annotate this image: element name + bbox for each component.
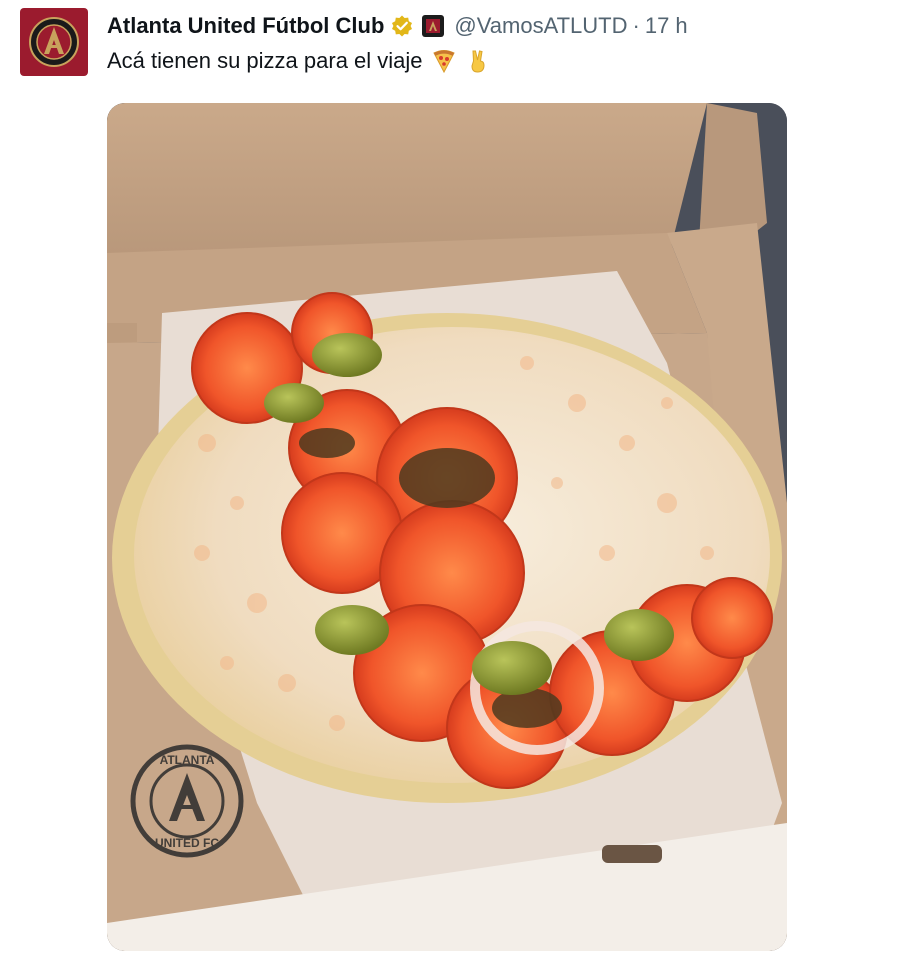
tweet-text-row: Acá tienen su pizza para el viaje [107,48,491,74]
timestamp[interactable]: 17 h [645,13,688,39]
watermark-bottom-text: UNITED FC [155,836,219,850]
handle[interactable]: @VamosATLUTD [454,13,627,39]
separator: · [632,13,640,38]
tweet-text: Acá tienen su pizza para el viaje [107,48,423,73]
victory-hand-emoji-icon [465,48,491,74]
display-name[interactable]: Atlanta United Fútbol Club [107,13,384,39]
verified-badge-icon[interactable] [390,14,414,38]
affiliate-crest-icon[interactable] [422,15,445,37]
club-crest-icon [29,17,79,67]
tweet-header: Atlanta United Fútbol Club @VamosATLUTD … [107,10,688,42]
pizza-photo: ATLANTA UNITED FC [107,103,787,951]
tweet-media-image[interactable]: ATLANTA UNITED FC [107,103,787,951]
pizza-emoji-icon [431,48,457,74]
avatar[interactable] [20,8,88,76]
watermark-top-text: ATLANTA [160,753,215,767]
